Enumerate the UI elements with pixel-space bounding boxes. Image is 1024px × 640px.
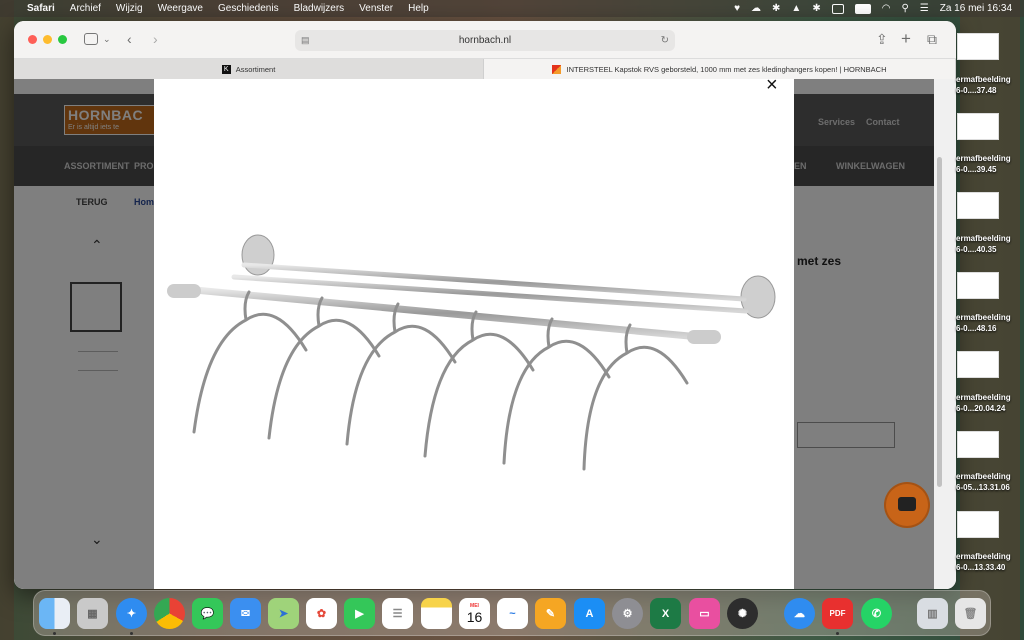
chat-icon bbox=[898, 497, 916, 511]
file-label[interactable]: ermafbeelding 6-0...13.33.40 bbox=[956, 551, 1024, 573]
finder-icon[interactable] bbox=[39, 598, 70, 629]
icloud-drive-icon[interactable]: ☁ bbox=[784, 598, 815, 629]
freeform-icon[interactable]: ~ bbox=[497, 598, 528, 629]
launchpad-icon[interactable]: ▦ bbox=[77, 598, 108, 629]
tab-overview-icon[interactable]: ⧉ bbox=[927, 30, 937, 48]
mail-icon[interactable]: ✉ bbox=[230, 598, 261, 629]
menu-venster[interactable]: Venster bbox=[359, 3, 393, 14]
product-image bbox=[167, 234, 776, 471]
battery-icon[interactable] bbox=[854, 3, 871, 14]
facetime-icon[interactable]: ▶ bbox=[344, 598, 375, 629]
menu-bar: Safari Archief Wijzig Weergave Geschiede… bbox=[0, 0, 1024, 17]
menu-geschiedenis[interactable]: Geschiedenis bbox=[218, 3, 279, 14]
tab-label: INTERSTEEL Kapstok RVS geborsteld, 1000 … bbox=[566, 64, 887, 74]
calendar-icon[interactable]: MEI 16 bbox=[459, 598, 490, 629]
file-label[interactable]: ermafbeelding 6-0....39.45 bbox=[956, 153, 1024, 175]
browser-toolbar: ⌄ ‹ › ▤ hornbach.nl ↻ ⇪ + ⧉ bbox=[14, 21, 956, 58]
dock: ▦ ✦ 💬 ✉ ➤ ✿ ▶ ☰ MEI 16 ~ ✎ A ⚙ X ▭ ✺ ☁ P… bbox=[33, 590, 991, 636]
pdf-expert-icon[interactable]: PDF bbox=[822, 598, 853, 629]
file-label[interactable]: ermafbeelding 6-0....48.16 bbox=[956, 312, 1024, 334]
address-text: hornbach.nl bbox=[458, 35, 512, 46]
status-icon[interactable] bbox=[831, 3, 844, 14]
downloads-folder-icon[interactable]: ▥ bbox=[917, 598, 948, 629]
chat-button[interactable] bbox=[886, 484, 928, 526]
file-label[interactable]: ermafbeelding 6-0....37.48 bbox=[956, 74, 1024, 96]
new-tab-icon[interactable]: + bbox=[901, 30, 911, 48]
minimize-window-button[interactable] bbox=[43, 35, 52, 44]
trash-icon[interactable]: 🗑 bbox=[955, 598, 986, 629]
file-thumbnail[interactable] bbox=[957, 113, 999, 140]
notes-icon[interactable] bbox=[421, 598, 452, 629]
running-indicator bbox=[53, 632, 56, 635]
menu-help[interactable]: Help bbox=[408, 3, 429, 14]
zoom-window-button[interactable] bbox=[58, 35, 67, 44]
reload-icon[interactable]: ↻ bbox=[661, 30, 669, 51]
safari-icon[interactable]: ✦ bbox=[116, 598, 147, 629]
menu-archief[interactable]: Archief bbox=[70, 3, 101, 14]
file-label[interactable]: ermafbeelding 6-0...20.04.24 bbox=[956, 392, 1024, 414]
image-lightbox: × bbox=[154, 79, 794, 589]
scrollbar-thumb[interactable] bbox=[937, 157, 942, 487]
running-indicator bbox=[130, 632, 133, 635]
running-indicator bbox=[836, 632, 839, 635]
control-center-icon[interactable]: ☰ bbox=[920, 3, 929, 14]
screen-sharing-icon[interactable]: ▭ bbox=[689, 598, 720, 629]
app-store-icon[interactable]: A bbox=[574, 598, 605, 629]
chatgpt-icon[interactable]: ✺ bbox=[727, 598, 758, 629]
photos-icon[interactable]: ✿ bbox=[306, 598, 337, 629]
file-thumbnail[interactable] bbox=[957, 33, 999, 60]
messages-icon[interactable]: 💬 bbox=[192, 598, 223, 629]
tab-label: Assortiment bbox=[235, 64, 276, 74]
whatsapp-icon[interactable]: ✆ bbox=[861, 598, 892, 629]
warning-status-icon[interactable]: ▲ bbox=[791, 3, 801, 14]
maps-icon[interactable]: ➤ bbox=[268, 598, 299, 629]
reminders-icon[interactable]: ☰ bbox=[382, 598, 413, 629]
safari-window: ⌄ ‹ › ▤ hornbach.nl ↻ ⇪ + ⧉ K Assortimen… bbox=[14, 21, 956, 589]
menu-weergave[interactable]: Weergave bbox=[158, 3, 203, 14]
wallpaper-tree bbox=[0, 0, 14, 640]
hornbach-favicon bbox=[552, 64, 562, 74]
tab-bar: K Assortiment INTERSTEEL Kapstok RVS geb… bbox=[14, 58, 956, 79]
forward-button[interactable]: › bbox=[153, 30, 158, 48]
share-icon[interactable]: ⇪ bbox=[876, 30, 888, 48]
page-icon: ▤ bbox=[301, 35, 310, 45]
chevron-down-icon[interactable]: ⌄ bbox=[103, 30, 111, 48]
tab-assortiment[interactable]: K Assortiment bbox=[14, 59, 484, 79]
web-page: HORNBAC Er is altijd iets te Services Co… bbox=[14, 79, 956, 589]
hornbach-k-icon: K bbox=[221, 64, 231, 74]
address-bar[interactable]: ▤ hornbach.nl ↻ bbox=[295, 30, 675, 51]
file-label[interactable]: ermafbeelding 6-05...13.31.06 bbox=[956, 471, 1024, 493]
menu-wijzig[interactable]: Wijzig bbox=[116, 3, 143, 14]
chrome-icon[interactable] bbox=[154, 598, 185, 629]
wifi-icon[interactable]: ◠ bbox=[882, 3, 891, 14]
back-button[interactable]: ‹ bbox=[127, 30, 132, 48]
close-window-button[interactable] bbox=[28, 35, 37, 44]
file-label[interactable]: ermafbeelding 6-0....40.35 bbox=[956, 233, 1024, 255]
excel-icon[interactable]: X bbox=[650, 598, 681, 629]
status-icon[interactable]: ♥ bbox=[734, 3, 740, 14]
status-icon[interactable]: ✱ bbox=[772, 3, 780, 14]
cloud-status-icon[interactable]: ☁ bbox=[751, 3, 761, 14]
menubar-clock[interactable]: Za 16 mei 16:34 bbox=[940, 3, 1012, 14]
file-thumbnail[interactable] bbox=[957, 192, 999, 219]
system-settings-icon[interactable]: ⚙ bbox=[612, 598, 643, 629]
pages-icon[interactable]: ✎ bbox=[535, 598, 566, 629]
tab-product[interactable]: INTERSTEEL Kapstok RVS geborsteld, 1000 … bbox=[484, 59, 956, 79]
menu-safari[interactable]: Safari bbox=[27, 3, 55, 14]
spotlight-search-icon[interactable]: ⚲ bbox=[901, 3, 908, 14]
file-thumbnail[interactable] bbox=[957, 431, 999, 458]
sidebar-toggle-icon[interactable] bbox=[84, 33, 98, 45]
menu-bladwijzers[interactable]: Bladwijzers bbox=[294, 3, 345, 14]
file-thumbnail[interactable] bbox=[957, 272, 999, 299]
file-thumbnail[interactable] bbox=[957, 351, 999, 378]
bluetooth-icon[interactable]: ✱ bbox=[812, 3, 820, 14]
file-thumbnail[interactable] bbox=[957, 511, 999, 538]
